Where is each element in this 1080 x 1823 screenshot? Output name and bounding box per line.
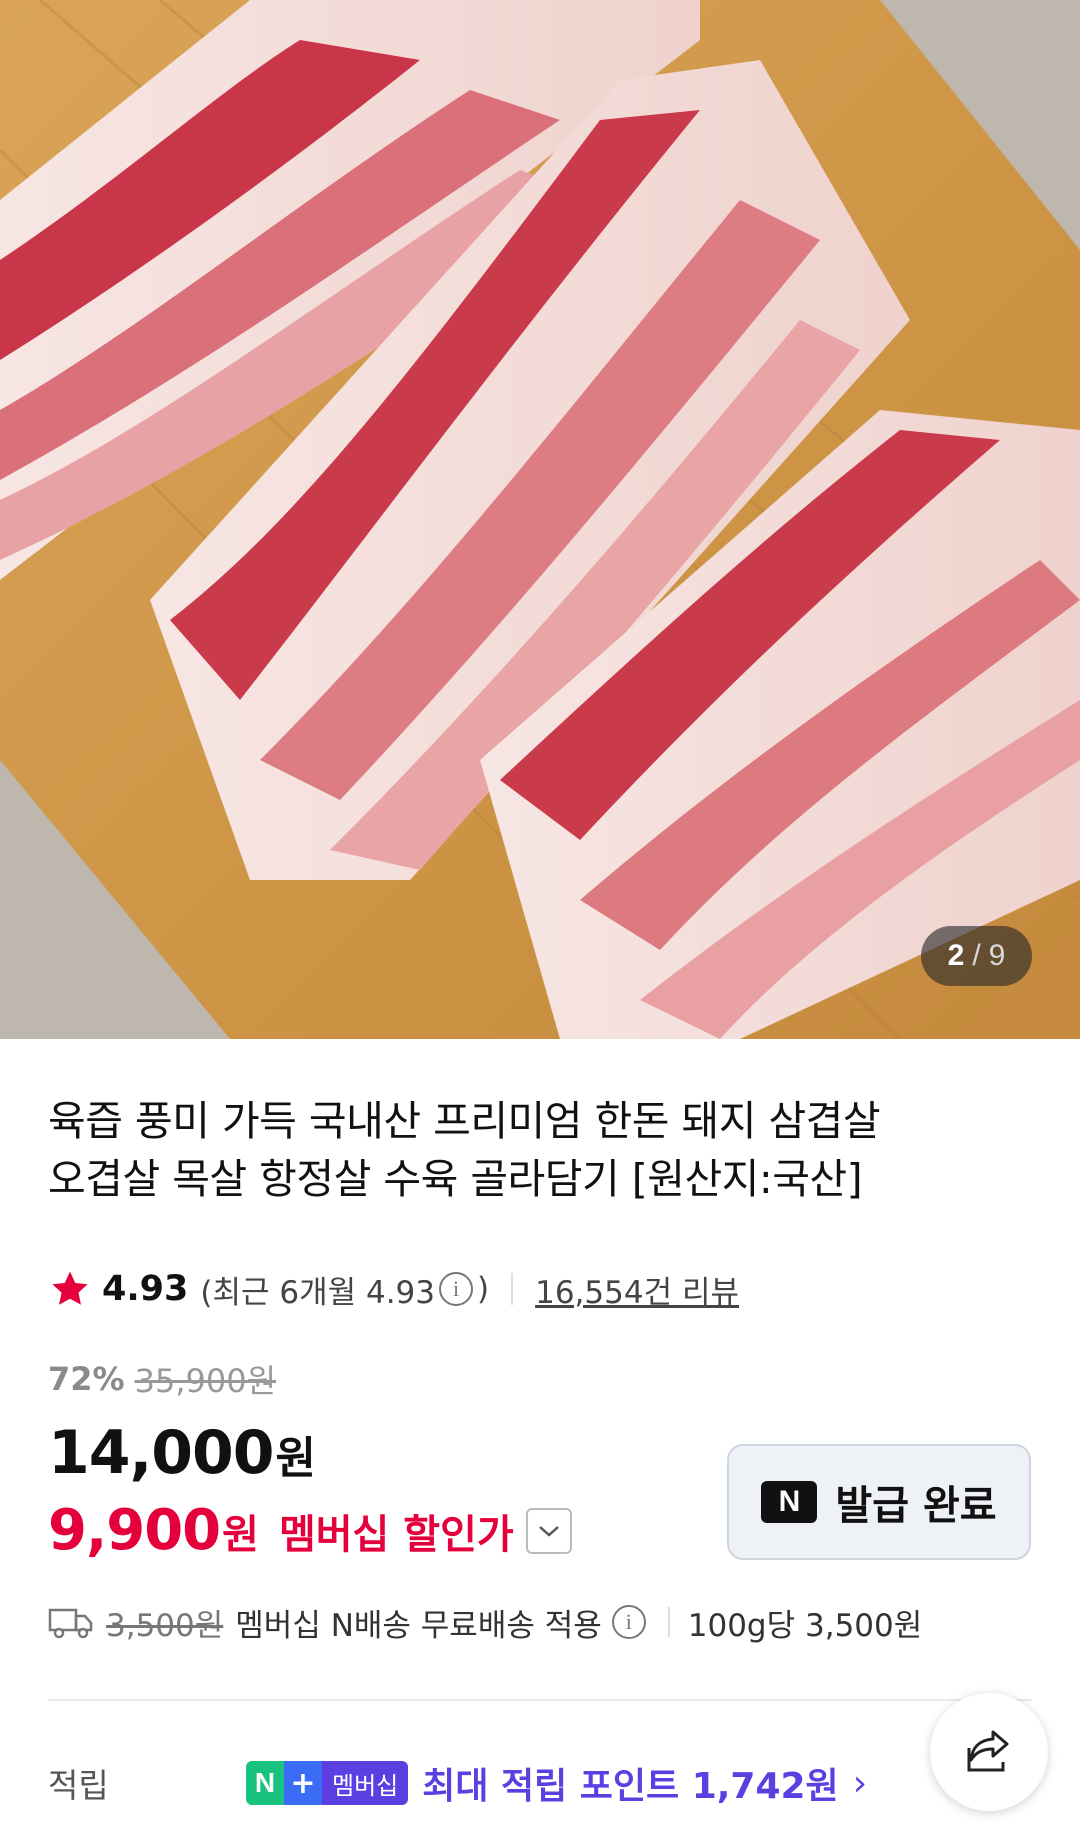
shipping-info-icon[interactable]: i	[611, 1605, 646, 1639]
product-title: 육즙 풍미 가득 국내산 프리미엄 한돈 돼지 삼겹살 오겹살 목살 항정살 수…	[48, 1092, 1038, 1208]
divider	[511, 1273, 514, 1305]
member-price-expand-button[interactable]	[525, 1507, 572, 1554]
points-row[interactable]: 적립 N + 멤버십 최대 적립 포인트 1,742원 ›	[48, 1755, 867, 1811]
gallery-total: 9	[988, 939, 1006, 972]
star-icon	[52, 1271, 88, 1305]
member-price-row: 9,900 원 멤버십 할인가	[48, 1498, 572, 1563]
naver-n-icon: N	[761, 1481, 818, 1523]
product-image[interactable]: 2 / 9	[0, 0, 1080, 1039]
rating-row: 4.93 (최근 6개월 4.93 i ) 16,554건 리뷰	[48, 1264, 739, 1314]
rating-recent-text: (최근 6개월 4.93	[200, 1274, 435, 1311]
delivery-row: 3,500원 멤버십 N배송 무료배송 적용 i 100g당 3,500원	[48, 1596, 922, 1648]
gallery-current: 2	[947, 939, 965, 972]
info-icon[interactable]: i	[439, 1272, 473, 1306]
section-divider	[48, 1699, 1032, 1701]
product-title-line2: 오겹살 목살 항정살 수육 골라담기 [원산지:국산]	[48, 1155, 863, 1203]
member-price-label: 멤버십 할인가	[278, 1511, 514, 1558]
coupon-label: 발급 완료	[835, 1483, 997, 1529]
chevron-right-icon: ›	[852, 1762, 868, 1804]
badge-text: 멤버십	[322, 1761, 409, 1805]
rating-recent-close: )	[477, 1271, 490, 1307]
review-count-link[interactable]: 16,554건 리뷰	[535, 1267, 739, 1312]
gallery-counter: 2 / 9	[921, 926, 1032, 986]
rating-recent: (최근 6개월 4.93 i )	[200, 1267, 489, 1312]
share-button[interactable]	[930, 1693, 1048, 1811]
max-points-text: 최대 적립 포인트 1,742원	[422, 1766, 839, 1807]
chevron-down-icon	[538, 1525, 559, 1537]
unit-price: 100g당 3,500원	[687, 1607, 923, 1644]
pork-belly-photo	[0, 0, 1080, 1039]
discount-rate: 72%	[48, 1360, 125, 1398]
coupon-issued-button[interactable]: N 발급 완료	[727, 1444, 1031, 1560]
membership-badge: N + 멤버십	[246, 1761, 409, 1805]
share-icon	[967, 1730, 1009, 1772]
member-price-unit: 원	[222, 1511, 259, 1558]
discount-row: 72% 35,900원	[48, 1356, 276, 1402]
sale-price-unit: 원	[275, 1433, 316, 1484]
sale-price-value: 14,000	[48, 1418, 275, 1488]
product-title-line1: 육즙 풍미 가득 국내산 프리미엄 한돈 돼지 삼겹살	[48, 1097, 881, 1145]
shipping-text: 멤버십 N배송 무료배송 적용	[235, 1607, 602, 1644]
rating-score: 4.93	[102, 1269, 189, 1309]
points-label: 적립	[48, 1766, 109, 1805]
original-shipping-fee: 3,500원	[106, 1607, 224, 1644]
truck-icon	[48, 1608, 93, 1639]
badge-n: N	[246, 1761, 284, 1805]
original-price: 35,900원	[134, 1362, 277, 1400]
sale-price: 14,000 원	[48, 1418, 316, 1488]
badge-plus: +	[284, 1761, 322, 1805]
divider	[667, 1607, 670, 1637]
member-price-value: 9,900	[48, 1498, 221, 1563]
gallery-separator: /	[972, 939, 981, 972]
